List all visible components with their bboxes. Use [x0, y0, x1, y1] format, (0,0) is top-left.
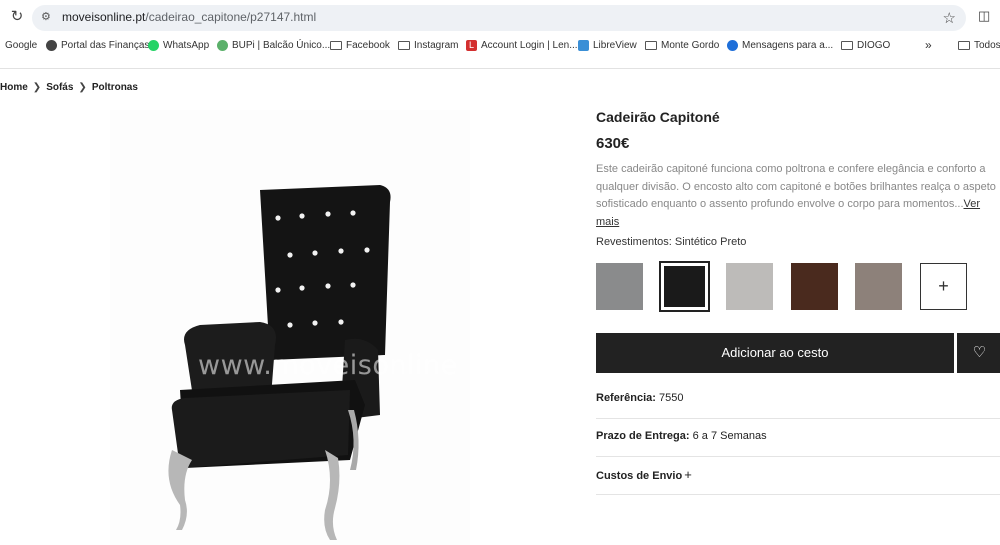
chevron-double-right-icon: »: [925, 38, 932, 52]
swatch-color: [664, 266, 705, 307]
folder-icon: [958, 40, 970, 50]
folder-icon: [398, 40, 410, 50]
delivery-value: 6 a 7 Semanas: [692, 430, 767, 442]
bookmark-diogo[interactable]: DIOGO: [841, 38, 890, 52]
whatsapp-icon: [148, 39, 159, 51]
globe-icon: [46, 39, 57, 51]
bookmark-star-icon[interactable]: ☆: [943, 9, 956, 27]
libreview-icon: [578, 39, 589, 51]
bookmark-label: Todos: [974, 39, 1000, 51]
bookmark-monte-gordo[interactable]: Monte Gordo: [645, 38, 719, 52]
breadcrumb-sofas[interactable]: Sofás: [46, 82, 73, 93]
bookmark-label: WhatsApp: [163, 39, 210, 51]
address-bar[interactable]: ⚙ moveisonline.pt/cadeirao_capitone/p271…: [32, 5, 966, 31]
swatch-castanho[interactable]: [791, 263, 838, 310]
divider: [596, 456, 1000, 457]
breadcrumb-home[interactable]: Home: [0, 82, 28, 93]
folder-icon: [645, 40, 657, 50]
bookmark-lenovo[interactable]: L Account Login | Len...: [466, 38, 578, 52]
reload-icon[interactable]: ↻: [8, 8, 26, 26]
product-image[interactable]: www.moveisonline: [110, 110, 470, 545]
chair-illustration: [168, 185, 391, 540]
bookmark-label: LibreView: [593, 39, 637, 51]
bookmark-libreview[interactable]: LibreView: [578, 38, 637, 52]
bookmark-bupi[interactable]: BUPi | Balcão Único...: [217, 38, 330, 52]
wishlist-heart-icon[interactable]: ♡: [957, 333, 1000, 373]
bookmark-label: Facebook: [346, 39, 390, 51]
bookmark-mensagens[interactable]: Mensagens para a...: [727, 38, 833, 52]
bookmark-todos[interactable]: Todos: [958, 38, 1000, 52]
bookmark-label: Google: [5, 39, 38, 51]
url-path: /cadeirao_capitone/p27147.html: [145, 10, 317, 24]
more-swatches-button[interactable]: +: [920, 263, 967, 310]
chevron-right-icon: ❯: [32, 82, 42, 93]
description-text: Este cadeirão capitoné funciona como pol…: [596, 163, 996, 210]
finish-label: Revestimentos: Sintético Preto: [596, 236, 747, 248]
product-description: Este cadeirão capitoné funciona como pol…: [596, 161, 1000, 231]
shipping-row[interactable]: Custos de Envio +: [596, 467, 1000, 482]
add-to-cart-button[interactable]: Adicionar ao cesto: [596, 333, 954, 373]
bupi-icon: [217, 39, 228, 51]
swatch-color: [726, 263, 773, 310]
bookmark-label: DIOGO: [857, 39, 891, 51]
bookmark-google[interactable]: Google: [5, 38, 37, 52]
extensions-icon[interactable]: ◫: [978, 8, 994, 24]
bookmark-label: Account Login | Len...: [481, 39, 578, 51]
shipping-label: Custos de Envio: [596, 470, 683, 482]
bookmarks-bar: Google Portal das Finanças WhatsApp BUPi…: [0, 35, 1000, 55]
watermark-text: www.moveisonline: [198, 350, 458, 381]
bookmark-whatsapp[interactable]: WhatsApp: [148, 38, 209, 52]
reference-value: 7550: [658, 392, 684, 404]
bookmark-label: Mensagens para a...: [742, 39, 834, 51]
reference-row: Referência: 7550: [596, 392, 1000, 404]
swatch-preto-selected[interactable]: [659, 261, 710, 312]
finish-swatches: +: [596, 261, 976, 312]
swatch-color: [791, 263, 838, 310]
bookmark-label: Monte Gordo: [661, 39, 720, 51]
url-host: moveisonline.pt: [62, 10, 146, 24]
bookmark-label: BUPi | Balcão Único...: [232, 39, 331, 51]
reference-label: Referência:: [596, 392, 656, 404]
swatch-cinza-claro[interactable]: [726, 263, 773, 310]
bookmark-facebook[interactable]: Facebook: [330, 38, 390, 52]
breadcrumb: Home ❯ Sofás ❯ Poltronas: [0, 82, 138, 93]
divider: [596, 494, 1000, 495]
bookmark-portal-financas[interactable]: Portal das Finanças: [46, 38, 149, 52]
product-price: 630€: [596, 135, 630, 152]
bookmark-label: Portal das Finanças: [61, 39, 150, 51]
bookmark-instagram[interactable]: Instagram: [398, 38, 458, 52]
header-divider: [0, 68, 1000, 69]
lenovo-icon: L: [466, 39, 477, 51]
chevron-right-icon: ❯: [78, 82, 87, 93]
divider: [596, 418, 1000, 419]
breadcrumb-poltronas[interactable]: Poltronas: [92, 82, 138, 93]
folder-icon: [330, 40, 342, 50]
swatch-taupe[interactable]: [855, 263, 902, 310]
url-text: moveisonline.pt/cadeirao_capitone/p27147…: [62, 10, 316, 24]
folder-icon: [841, 40, 853, 50]
product-title: Cadeirão Capitoné: [596, 109, 720, 125]
browser-toolbar: ↻ ⚙ moveisonline.pt/cadeirao_capitone/p2…: [0, 0, 1000, 60]
bookmarks-overflow-button[interactable]: »: [925, 38, 932, 52]
swatch-color: [596, 263, 643, 310]
swatch-cinza[interactable]: [596, 263, 643, 310]
delivery-label: Prazo de Entrega:: [596, 430, 690, 442]
messages-icon: [727, 39, 738, 51]
delivery-row: Prazo de Entrega: 6 a 7 Semanas: [596, 430, 1000, 442]
site-info-icon[interactable]: ⚙: [41, 10, 55, 24]
bookmark-label: Instagram: [414, 39, 459, 51]
swatch-color: [855, 263, 902, 310]
plus-icon[interactable]: +: [684, 467, 692, 482]
